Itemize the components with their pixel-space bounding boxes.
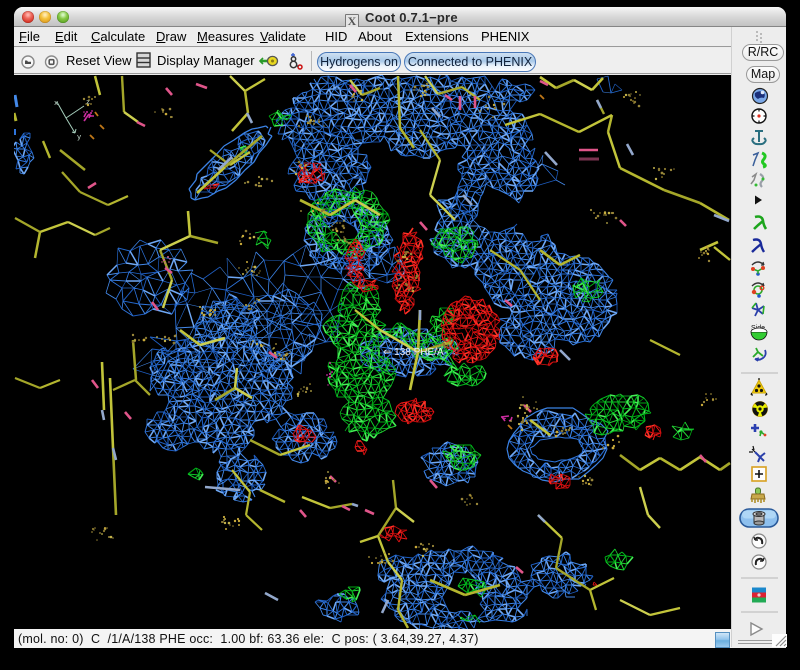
svg-text:⇐ 138 PHE/A: ⇐ 138 PHE/A <box>383 347 444 358</box>
svg-text:x: x <box>54 100 58 108</box>
svg-text:y: y <box>77 134 81 142</box>
